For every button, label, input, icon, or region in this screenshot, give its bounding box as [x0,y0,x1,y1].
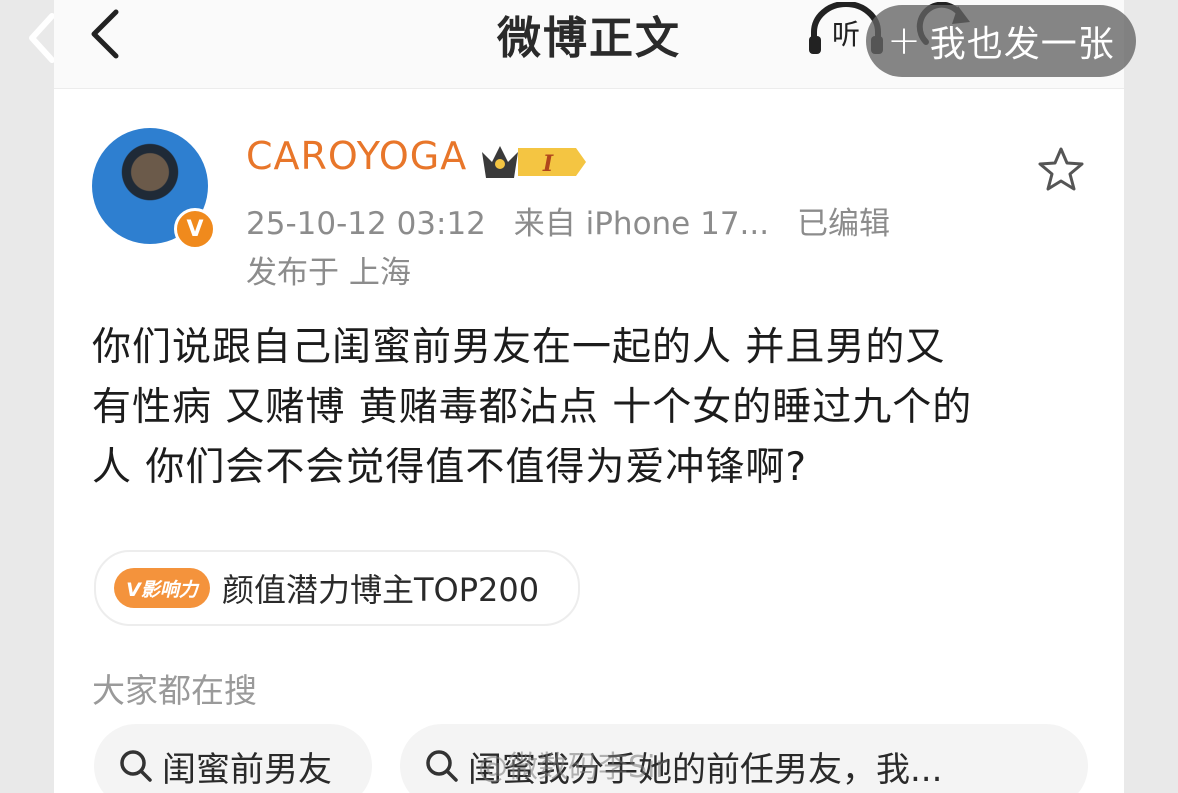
influence-tag[interactable]: V影响力 颜值潜力博主TOP200 [94,550,580,626]
influence-label: 颜值潜力博主TOP200 [222,571,540,609]
edited-label[interactable]: 已编辑 [797,206,890,242]
share-photo-pill[interactable]: + 我也发一张 [866,5,1136,77]
weibo-post-screen: 微博正文 听 V CAROYOGA I 25-10-12 03:12 来自 iP… [54,0,1124,793]
search-chip[interactable]: 闺蜜前男友 [94,724,372,793]
influence-icon: V影响力 [114,568,210,608]
crown-icon: I [482,146,586,178]
plus-icon: + [887,18,922,64]
search-icon [426,750,458,782]
post-location: 发布于 上海 [246,255,411,291]
post-timestamp: 25-10-12 03:12 [246,206,486,242]
search-chip-label: 闺蜜前男友 [162,749,332,790]
post-meta: 25-10-12 03:12 来自 iPhone 17... 已编辑 [246,198,908,243]
search-icon [120,750,152,782]
listen-label: 听 [832,18,860,51]
watermark: @微数码李Sir [478,750,668,785]
verified-v-icon: V [174,208,216,250]
post-source: 来自 iPhone 17... [513,206,770,242]
username[interactable]: CAROYOGA [246,134,467,178]
post-body: 你们说跟自己闺蜜前男友在一起的人 并且男的又 有性病 又赌博 黄赌毒都沾点 十个… [92,325,973,490]
star-icon[interactable] [1038,146,1084,192]
share-pill-label: 我也发一张 [929,24,1115,65]
vip-level: I [542,151,554,177]
trending-search-heading: 大家都在搜 [92,671,257,710]
